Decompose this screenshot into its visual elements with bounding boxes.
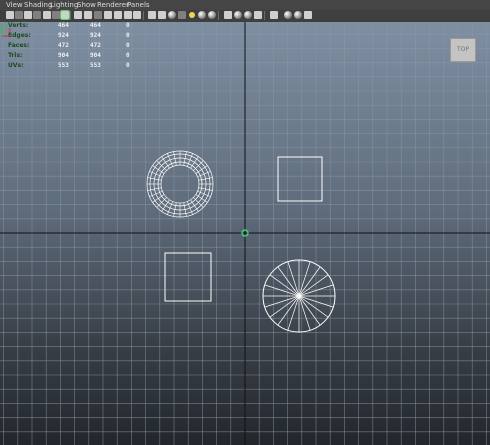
cone-edge	[269, 274, 300, 297]
cone-edge	[298, 295, 329, 318]
viewcube-top[interactable]: TOP	[450, 38, 476, 62]
poly-count-hud: Verts: 464 464 0 Edges: 924 924 0 Faces:…	[8, 22, 138, 72]
maya-viewport-window: View Shading Lighting Show Renderer Pane…	[0, 0, 490, 445]
cone-edge	[287, 295, 300, 331]
menu-renderer[interactable]: Renderer	[97, 1, 129, 9]
hud-toggle-icon[interactable]	[270, 11, 278, 19]
cone-edge	[264, 295, 300, 308]
viewport-scene	[0, 22, 490, 445]
screen-space-ao-icon[interactable]	[208, 11, 216, 19]
cone-edge	[298, 295, 321, 326]
use-all-lights-icon[interactable]	[189, 12, 195, 18]
gate-mask-icon[interactable]	[94, 11, 102, 19]
menu-panels[interactable]: Panels	[127, 1, 150, 9]
menu-shading[interactable]: Shading	[24, 1, 52, 9]
bookmarks-icon[interactable]	[24, 11, 32, 19]
lock-camera-icon[interactable]	[60, 10, 70, 20]
xray-active-components-icon[interactable]	[244, 11, 252, 19]
camera-attributes-icon[interactable]	[15, 11, 23, 19]
menu-show[interactable]: Show	[77, 1, 96, 9]
hud-row-edges: Edges: 924 924 0	[8, 32, 130, 39]
cone-edge	[298, 266, 321, 297]
menu-view[interactable]: View	[6, 1, 23, 9]
hud-row-uvs: UVs: 553 553 0	[8, 62, 130, 69]
cone-edge	[298, 274, 329, 297]
hud-row-faces: Faces: 472 472 0	[8, 42, 130, 49]
safe-action-icon[interactable]	[114, 11, 122, 19]
cone-edge	[264, 284, 300, 297]
toolbar-separator	[218, 11, 219, 20]
cube-top-view	[277, 156, 323, 202]
film-gate-icon[interactable]	[74, 11, 82, 19]
aa-icon[interactable]	[284, 11, 292, 19]
cone-edge	[277, 266, 300, 297]
xray-joints-icon[interactable]	[254, 11, 262, 19]
grid-toggle-icon[interactable]	[133, 11, 141, 19]
menu-lighting[interactable]: Lighting	[50, 1, 78, 9]
torus-ring	[160, 164, 200, 204]
smooth-shade-icon[interactable]	[158, 11, 166, 19]
cone-edge	[269, 295, 300, 318]
select-camera-icon[interactable]	[6, 11, 14, 19]
safe-title-icon[interactable]	[124, 11, 132, 19]
grease-pencil-icon[interactable]	[43, 11, 51, 19]
toolbar-separator	[264, 11, 265, 20]
origin-axes	[0, 22, 490, 445]
svg-text:X: X	[8, 28, 12, 34]
toolbar-separator	[70, 11, 71, 20]
cone-edge	[298, 295, 311, 331]
toolbar-separator	[143, 11, 144, 20]
cone-edge	[277, 295, 300, 326]
xray-icon[interactable]	[234, 11, 242, 19]
isolate-select-icon[interactable]	[224, 11, 232, 19]
motion-blur-icon[interactable]	[294, 11, 302, 19]
axis-gizmo-icon: X Y	[1, 24, 12, 37]
two-d-pan-icon[interactable]	[52, 11, 60, 19]
wireframe-on-shaded-icon[interactable]	[168, 11, 176, 19]
field-chart-icon[interactable]	[104, 11, 112, 19]
hud-row-tris: Tris: 904 904 0	[8, 52, 130, 59]
hud-row-verts: Verts: 464 464 0	[8, 22, 130, 29]
scene-objects	[146, 150, 336, 333]
top-viewport[interactable]: Verts: 464 464 0 Edges: 924 924 0 Faces:…	[0, 22, 490, 445]
textured-icon[interactable]	[178, 11, 186, 19]
depth-of-field-icon[interactable]	[304, 11, 312, 19]
image-plane-icon[interactable]	[33, 11, 41, 19]
panel-menubar: View Shading Lighting Show Renderer Pane…	[0, 0, 490, 10]
resolution-gate-icon[interactable]	[84, 11, 92, 19]
cone-edge	[298, 261, 311, 297]
shadows-icon[interactable]	[198, 11, 206, 19]
wireframe-mode-icon[interactable]	[148, 11, 156, 19]
cone-edge	[287, 261, 300, 297]
